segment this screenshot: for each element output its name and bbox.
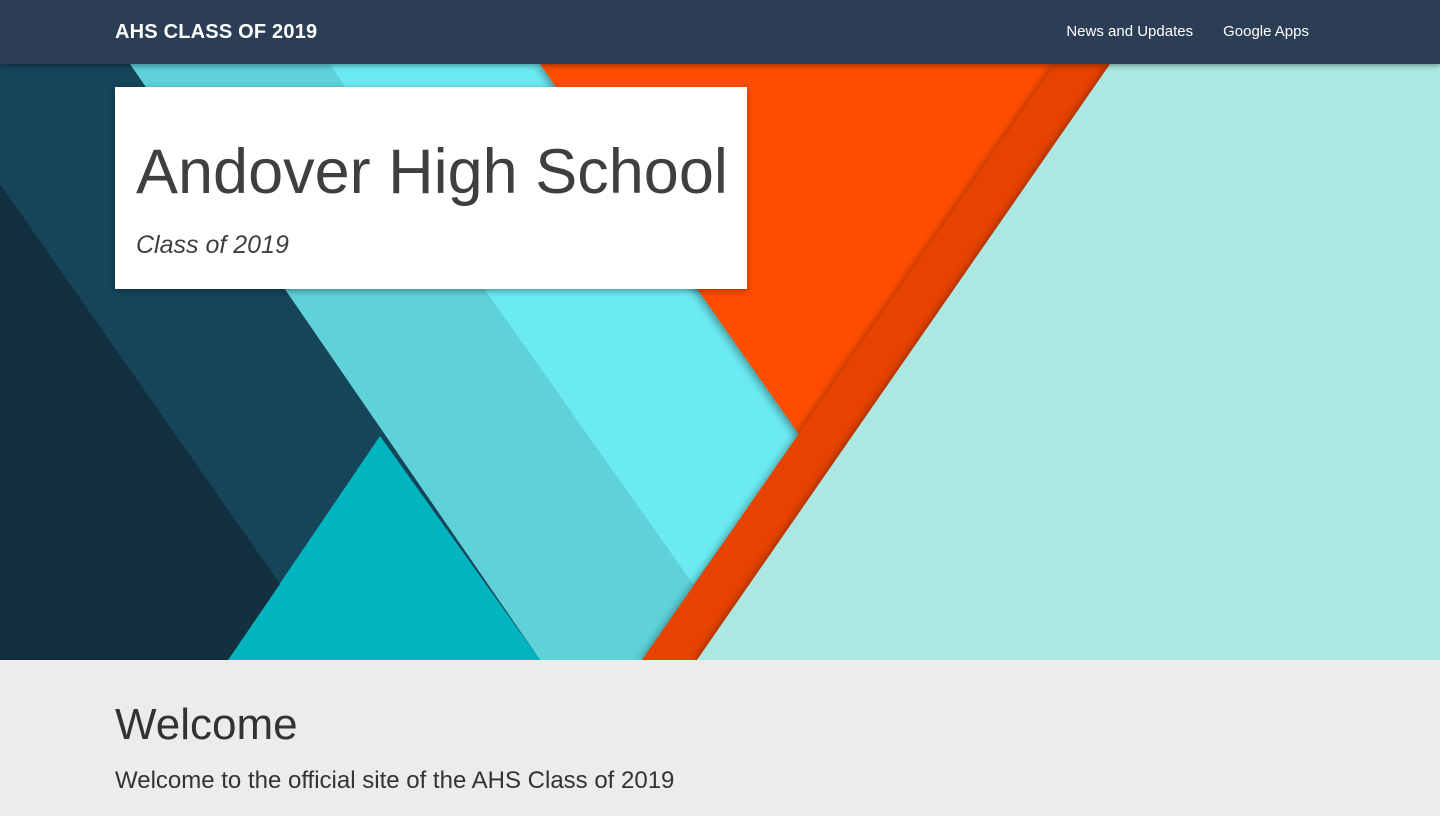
nav-link-google-apps[interactable]: Google Apps [1223, 0, 1309, 64]
welcome-text: Welcome to the official site of the AHS … [115, 767, 675, 794]
nav-links: News and Updates Google Apps [1036, 0, 1309, 64]
hero-title: Andover High School [136, 137, 728, 207]
top-navbar: AHS CLASS OF 2019 News and Updates Googl… [0, 0, 1440, 64]
welcome-heading: Welcome [115, 700, 298, 749]
welcome-section: Welcome Welcome to the official site of … [0, 660, 1440, 816]
hero-title-card: Andover High School Class of 2019 [115, 87, 747, 289]
nav-link-news-and-updates[interactable]: News and Updates [1066, 0, 1193, 64]
hero-subtitle: Class of 2019 [136, 231, 289, 259]
site-brand-link[interactable]: AHS CLASS OF 2019 [115, 0, 317, 64]
